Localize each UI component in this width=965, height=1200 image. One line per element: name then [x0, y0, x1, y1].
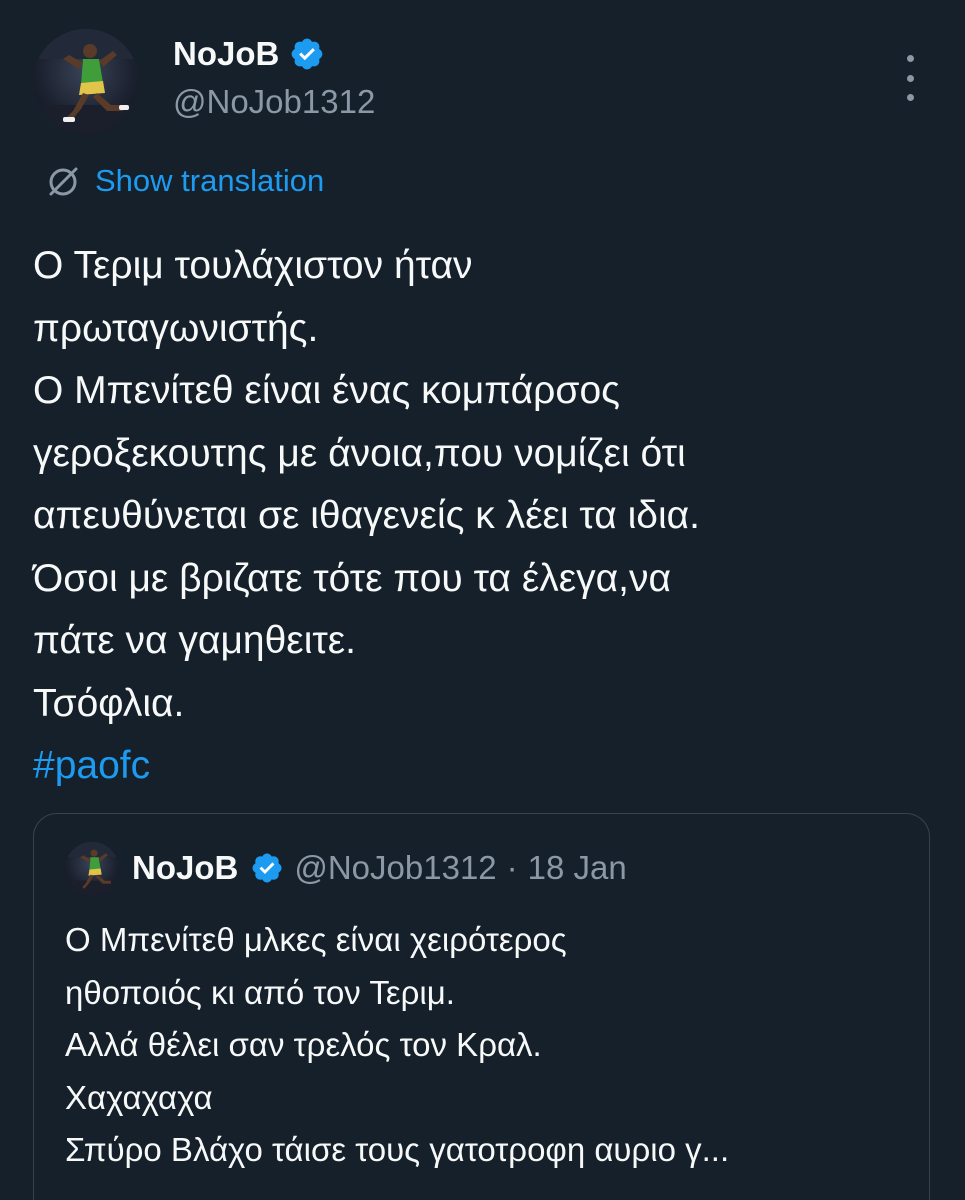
more-dot: [906, 74, 914, 82]
quoted-avatar[interactable]: [65, 842, 119, 896]
quoted-avatar-photo: [65, 842, 119, 896]
tweet-text-line: πάτε να γαμηθειτε.: [33, 619, 356, 662]
quoted-display-name[interactable]: NoJoB: [132, 848, 238, 888]
tweet-text-line: απευθύνεται σε ιθαγενείς κ λέει τα ιδια.: [33, 494, 700, 537]
more-dot: [906, 94, 914, 101]
tweet-text-line: πρωταγωνιστής.: [33, 306, 319, 350]
tweet: NoJoB @NoJob1312 Show translation Ο Τερι…: [0, 0, 965, 1200]
more-dot: [906, 55, 914, 62]
avatar-photo: [33, 29, 139, 135]
tweet-text-line: Όσοι με βριζατε τότε που τα έλεγα,να: [33, 556, 672, 600]
hashtag-link[interactable]: #paofc: [33, 735, 953, 798]
translate-icon: [45, 163, 81, 199]
quoted-text-line: Αλλά θέλει σαν τρελός τον Κραλ.: [65, 1026, 542, 1063]
quoted-handle[interactable]: @NoJob1312: [294, 848, 496, 888]
tweet-text-line: Τσόφλια.: [33, 681, 185, 725]
quoted-separator: ·: [506, 849, 518, 886]
quoted-text: Ο Μπενίτεθ μλκες είναι χειρότερος ηθοποι…: [65, 914, 915, 1177]
verified-badge-icon: [250, 851, 284, 885]
display-name[interactable]: NoJoB: [173, 34, 325, 74]
quoted-timestamp[interactable]: 18 Jan: [528, 848, 627, 888]
quoted-text-line: ηθοποιός κι από τον Τεριμ.: [65, 973, 455, 1011]
verified-badge-icon: [289, 36, 325, 72]
tweet-text-line: γεροξεκουτης με άνοια,που νομίζει ότι: [33, 431, 686, 475]
quoted-text-line: Χαχαχαχα: [65, 1078, 213, 1116]
tweet-text: Ο Τεριμ τουλάχιστον ήταν πρωταγωνιστής. …: [33, 235, 953, 798]
quoted-tweet-card[interactable]: NoJoB @NoJob1312 · 18 Jan Ο Μπενίτεθ μλκ…: [33, 813, 930, 1200]
quoted-text-line: Σπύρο Βλάχο τάισε τους γατοτροφη αυριο γ…: [65, 1131, 730, 1168]
quoted-header: NoJoB @NoJob1312 · 18 Jan: [132, 848, 627, 888]
display-name-text[interactable]: NoJoB: [173, 34, 279, 74]
show-translation-label[interactable]: Show translation: [95, 161, 324, 201]
tweet-text-line: Ο Μπενίτεθ είναι ένας κομπάρσος: [33, 369, 620, 412]
show-translation-button[interactable]: Show translation: [45, 161, 324, 201]
avatar[interactable]: [33, 29, 139, 135]
quoted-text-line: Ο Μπενίτεθ μλκες είναι χειρότερος: [65, 921, 567, 958]
more-options-icon[interactable]: [898, 55, 922, 101]
tweet-text-line: Ο Τεριμ τουλάχιστον ήταν: [33, 244, 473, 287]
user-handle[interactable]: @NoJob1312: [173, 82, 375, 122]
